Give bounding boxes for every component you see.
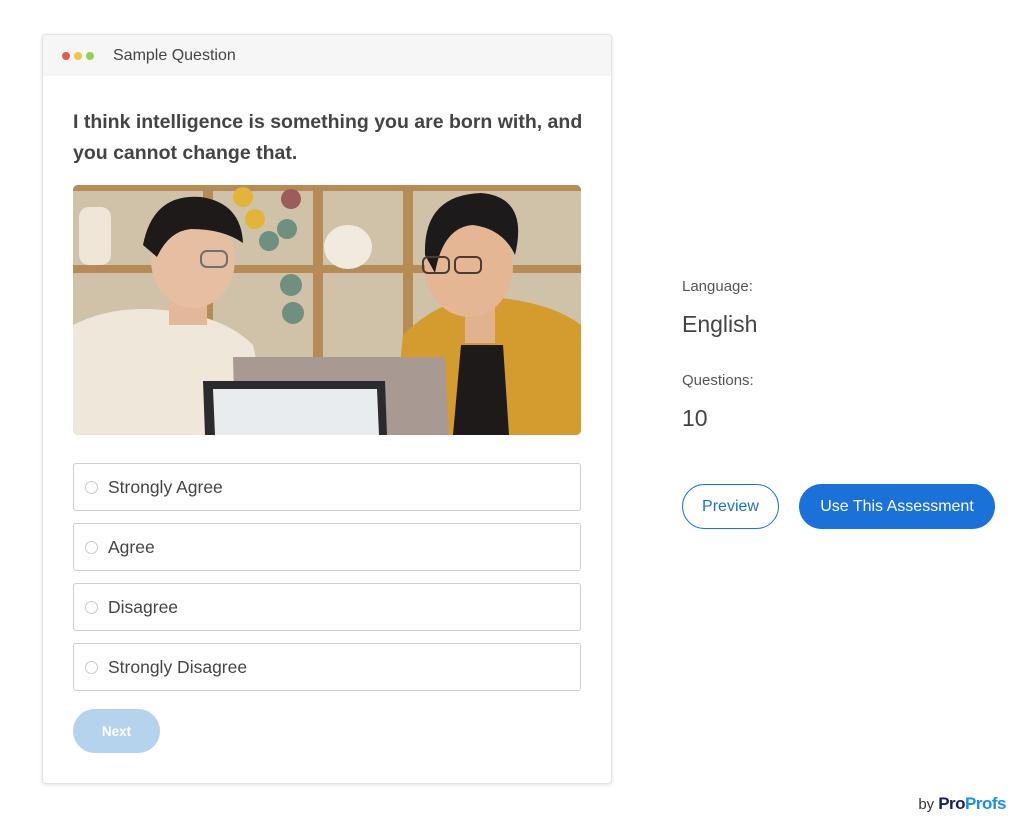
- option-label: Strongly Disagree: [108, 656, 248, 677]
- proprofs-logo[interactable]: ProProfs: [938, 794, 1006, 814]
- next-button[interactable]: Next: [73, 709, 160, 753]
- option-label: Strongly Agree: [108, 476, 223, 497]
- window-dots: [62, 51, 94, 60]
- red-dot-icon: [62, 51, 70, 60]
- option-disagree[interactable]: Disagree: [73, 583, 581, 631]
- brand-profs: Profs: [965, 794, 1006, 813]
- radio-icon[interactable]: [85, 600, 98, 614]
- green-dot-icon: [86, 51, 94, 60]
- questions-label: Questions:: [682, 372, 754, 389]
- option-label: Disagree: [108, 596, 179, 617]
- card-title: Sample Question: [113, 46, 236, 64]
- sample-question-card: Sample Question I think intelligence is …: [42, 34, 612, 784]
- brand-pro: Pro: [938, 794, 966, 813]
- radio-icon[interactable]: [85, 660, 98, 674]
- language-value: English: [682, 311, 758, 337]
- byline: by ProProfs: [918, 794, 1006, 814]
- card-header: Sample Question: [43, 35, 611, 76]
- radio-icon[interactable]: [85, 480, 98, 494]
- question-image: [73, 185, 581, 435]
- by-text: by: [918, 796, 935, 813]
- yellow-dot-icon: [74, 51, 82, 60]
- use-this-assessment-button[interactable]: Use This Assessment: [799, 484, 995, 529]
- language-label: Language:: [682, 278, 753, 295]
- questions-value: 10: [682, 405, 708, 431]
- option-strongly-agree[interactable]: Strongly Agree: [73, 463, 581, 511]
- option-strongly-disagree[interactable]: Strongly Disagree: [73, 643, 581, 691]
- radio-icon[interactable]: [85, 540, 98, 554]
- option-agree[interactable]: Agree: [73, 523, 581, 571]
- option-label: Agree: [108, 536, 155, 557]
- question-text: I think intelligence is something you ar…: [73, 111, 583, 164]
- preview-button[interactable]: Preview: [682, 484, 779, 529]
